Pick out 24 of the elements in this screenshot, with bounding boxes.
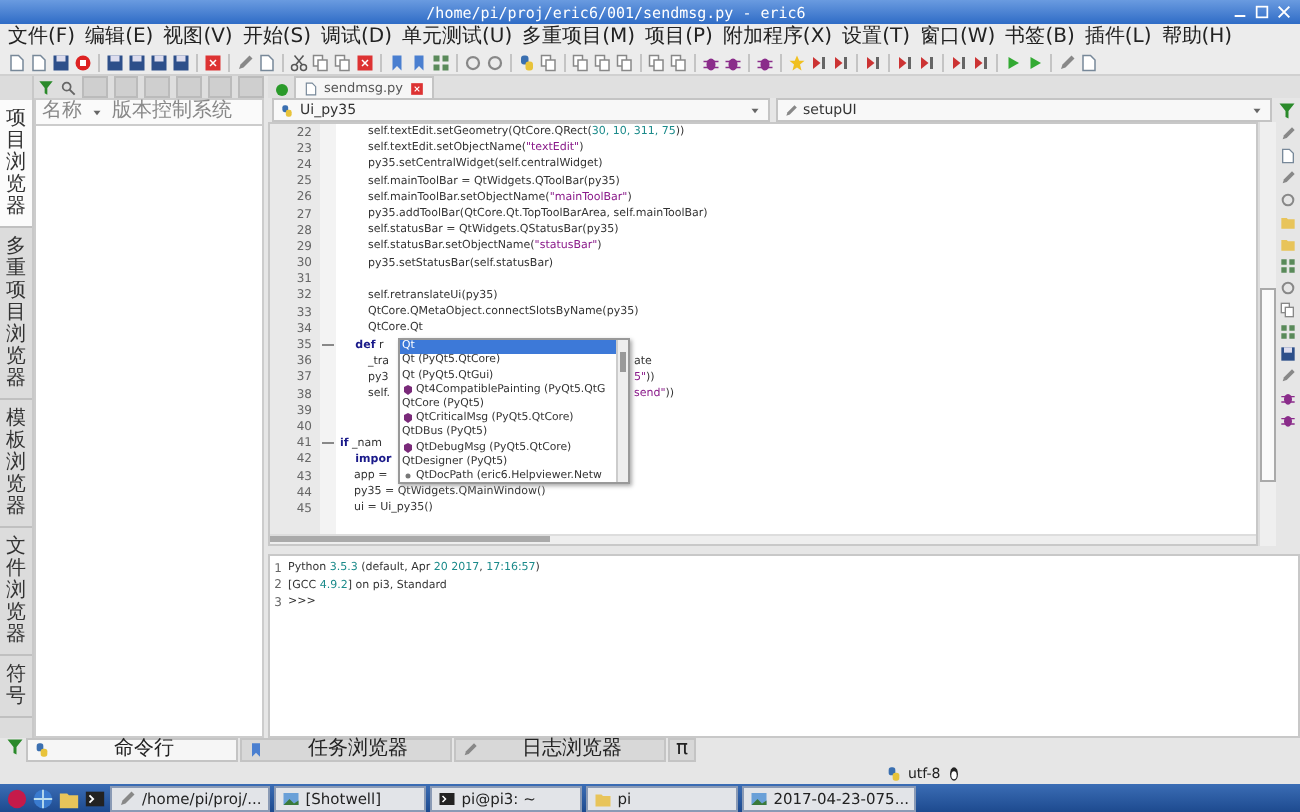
- sidebar-tab[interactable]: 模板浏览器: [0, 400, 32, 528]
- sidebar-tab[interactable]: 项目浏览器: [0, 100, 32, 228]
- menu-item[interactable]: 插件(L): [1084, 25, 1152, 49]
- menu-item[interactable]: 编辑(E): [85, 25, 154, 49]
- sidebar-tab[interactable]: 多重项目浏览器: [0, 228, 32, 400]
- bottom-tab[interactable]: π: [668, 738, 697, 762]
- menu-item[interactable]: 调试(D): [321, 25, 393, 49]
- menu-item[interactable]: 视图(V): [163, 25, 233, 49]
- menu-item[interactable]: 帮助(H): [1161, 25, 1233, 49]
- column-header[interactable]: 版本控制系统: [112, 100, 232, 124]
- sidebar-tab[interactable]: 文件浏览器: [0, 528, 32, 656]
- menu-item[interactable]: 单元测试(U): [402, 25, 513, 49]
- menu-item[interactable]: 设置(T): [842, 25, 910, 49]
- bottom-tab[interactable]: 日志浏览器: [454, 738, 666, 762]
- menu-item[interactable]: 项目(P): [645, 25, 713, 49]
- menu-item[interactable]: 窗口(W): [920, 25, 996, 49]
- menu-item[interactable]: 多重项目(M): [522, 25, 636, 49]
- bottom-tab[interactable]: 任务浏览器: [240, 738, 452, 762]
- sidebar-tab[interactable]: 符号: [0, 656, 32, 718]
- menu-item[interactable]: 开始(S): [242, 25, 311, 49]
- menu-item[interactable]: 文件(F): [8, 25, 76, 49]
- bottom-tab[interactable]: 命令行: [26, 738, 238, 762]
- menu-item[interactable]: 书签(B): [1005, 25, 1075, 49]
- menu-item[interactable]: 附加程序(X): [722, 25, 833, 49]
